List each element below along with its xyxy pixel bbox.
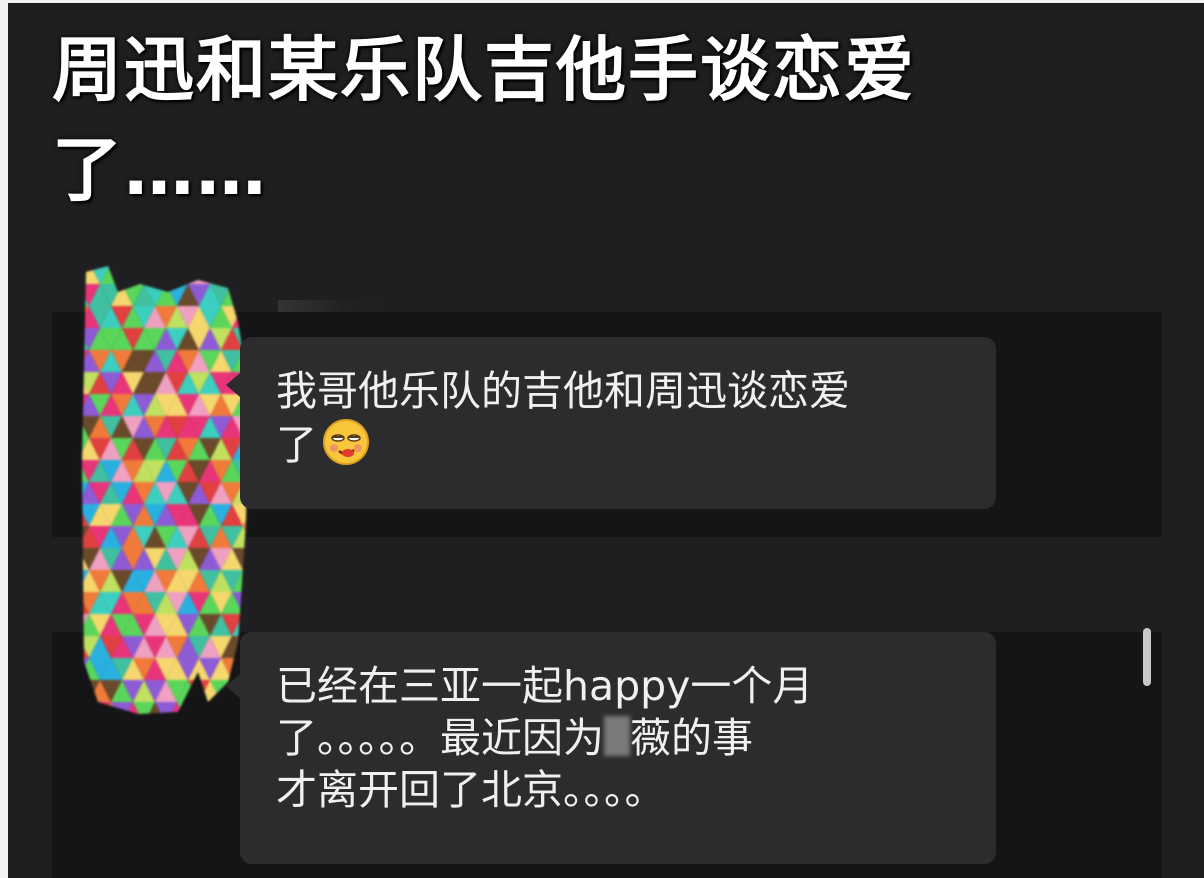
- headline-caption: 周迅和某乐队吉他手谈恋爱 了……: [52, 20, 1032, 220]
- chat-bubble[interactable]: 已经在三亚一起happy一个月 了。。。。。最近因为 薇的事 才离开回了北京。。。…: [226, 632, 996, 864]
- message-text-line: 已经在三亚一起happy一个月: [276, 662, 814, 710]
- top-border: [0, 0, 1204, 3]
- message-text-line: 我哥他乐队的吉他和周迅谈恋爱: [276, 367, 850, 415]
- scrollbar[interactable]: [1143, 628, 1151, 686]
- message-text-line: 了: [276, 417, 960, 471]
- mosaic-avatar-icon: [82, 266, 248, 714]
- message-text-line: 才离开回了北京。。。。: [276, 766, 666, 814]
- message-text: 了: [276, 421, 317, 469]
- chat-bubble[interactable]: 我哥他乐队的吉他和周迅谈恋爱 了: [226, 337, 996, 509]
- headline-line-2: 了……: [52, 129, 268, 211]
- censored-character: [604, 716, 630, 756]
- message-text: 了。。。。。最近因为: [276, 714, 604, 762]
- message-text: 薇的事: [630, 714, 753, 762]
- headline-line-1: 周迅和某乐队吉他手谈恋爱: [52, 29, 916, 111]
- smirk-emoji-icon: [323, 419, 369, 465]
- message-text-line: 了。。。。。最近因为 薇的事: [276, 712, 960, 764]
- left-border: [0, 0, 8, 878]
